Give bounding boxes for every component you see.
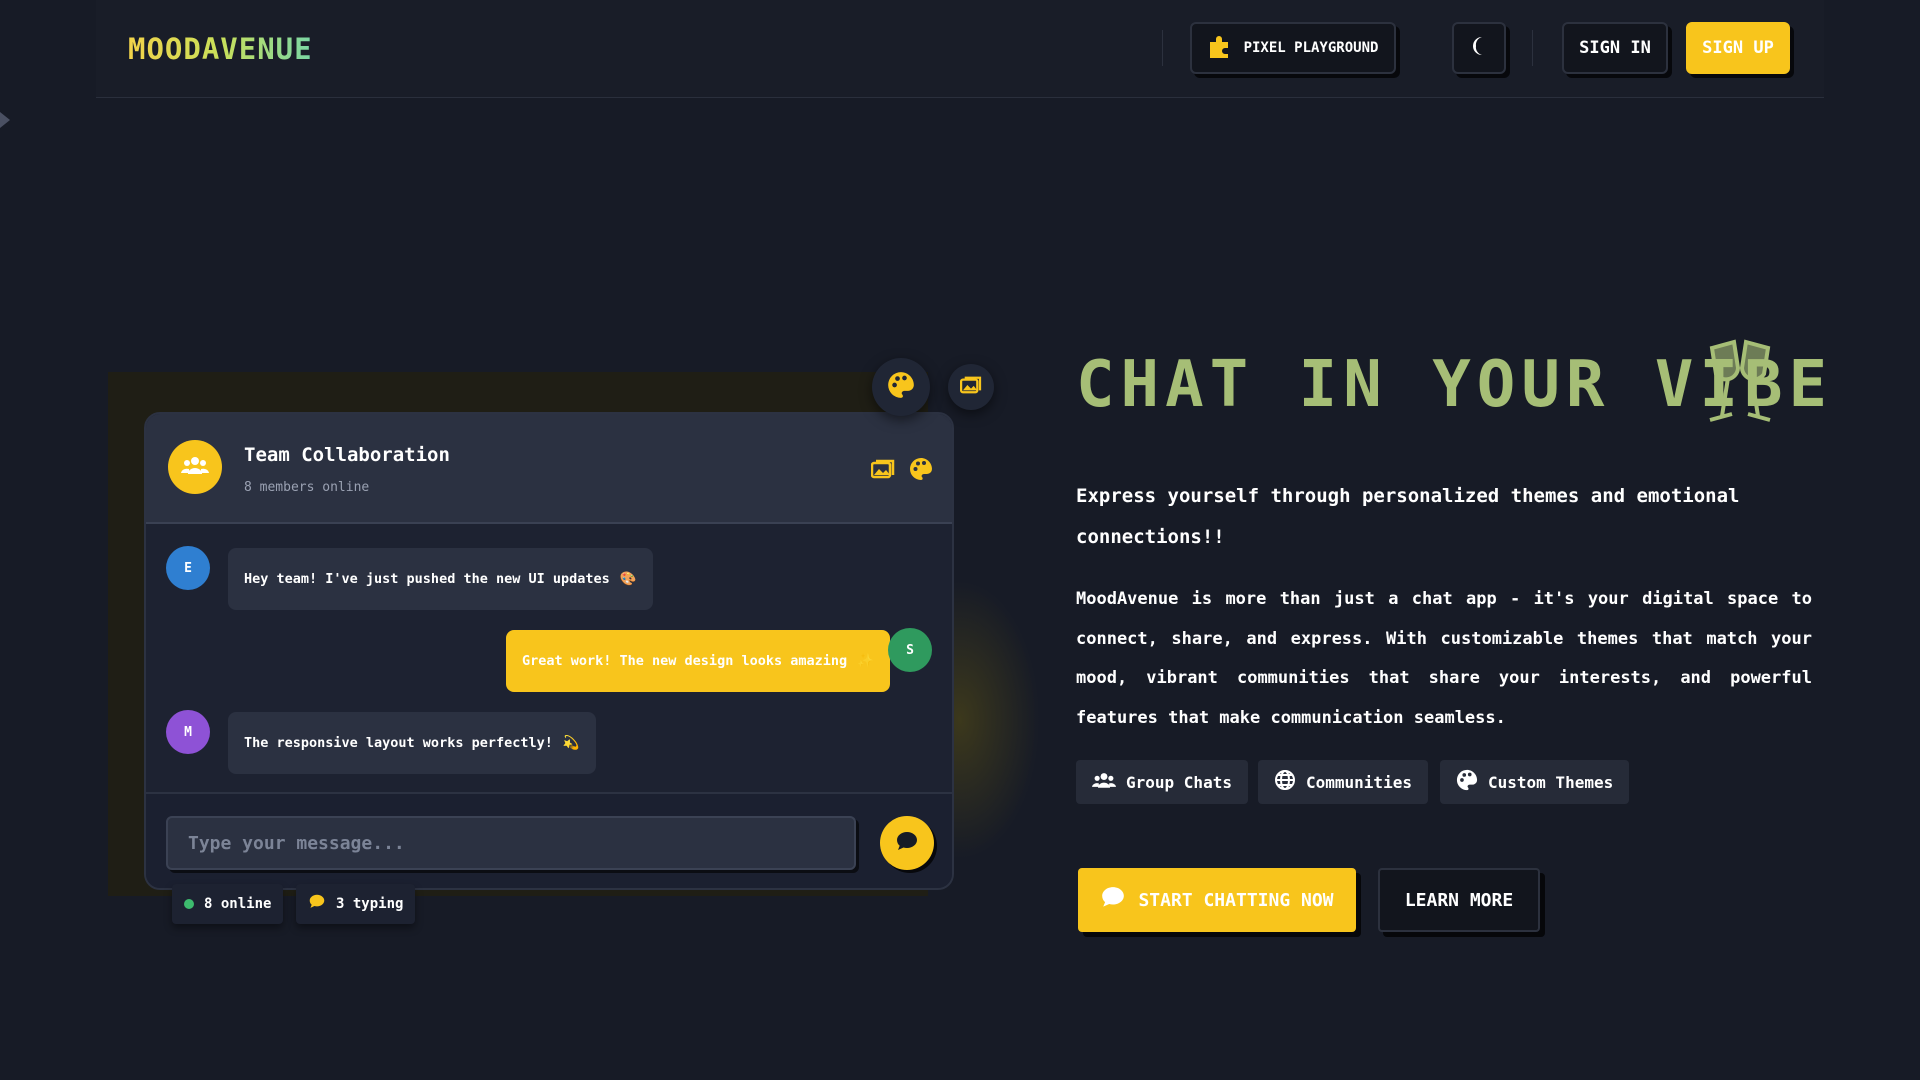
typing-status-pill: 3 typing bbox=[296, 884, 416, 924]
message-avatar: S bbox=[888, 628, 932, 672]
pixel-playground-button[interactable]: PIXEL PLAYGROUND bbox=[1190, 22, 1396, 74]
group-avatar bbox=[168, 440, 222, 494]
message-avatar: M bbox=[166, 710, 210, 754]
online-count: 8 online bbox=[204, 896, 272, 912]
message-bubble: The responsive layout works perfectly! 💫 bbox=[228, 712, 596, 774]
feature-label: Custom Themes bbox=[1488, 772, 1614, 792]
users-icon bbox=[181, 455, 209, 479]
image-gallery-button[interactable] bbox=[948, 364, 994, 410]
message-input[interactable] bbox=[166, 816, 856, 870]
message-text: Great work! The new design looks amazing bbox=[522, 653, 848, 669]
image-icon bbox=[959, 376, 982, 398]
champagne-glasses-icon bbox=[1698, 336, 1782, 430]
chat-header: Team Collaboration 8 members online bbox=[146, 414, 952, 524]
top-navbar: MOODAVENUE PIXEL PLAYGROUND SIGN IN SIGN… bbox=[96, 0, 1824, 98]
chat-bubble-icon bbox=[308, 894, 326, 914]
hero-description: MoodAvenue is more than just a chat app … bbox=[1076, 589, 1812, 728]
chat-preview-window: Team Collaboration 8 members online E He… bbox=[144, 412, 954, 890]
moon-icon bbox=[1468, 35, 1490, 61]
sign-up-button[interactable]: SIGN UP bbox=[1686, 22, 1790, 74]
logo[interactable]: MOODAVENUE bbox=[128, 32, 313, 66]
palette-icon bbox=[887, 371, 915, 403]
online-dot bbox=[184, 899, 194, 909]
chat-bubble-icon bbox=[1100, 886, 1126, 915]
feature-custom-themes[interactable]: Custom Themes bbox=[1440, 760, 1630, 804]
typing-count: 3 typing bbox=[336, 896, 404, 912]
message-bubble-outgoing: Great work! The new design looks amazing… bbox=[506, 630, 890, 692]
divider bbox=[1162, 30, 1163, 66]
group-name: Team Collaboration bbox=[244, 444, 450, 466]
message-composer bbox=[146, 792, 952, 888]
theme-palette-button[interactable] bbox=[872, 358, 930, 416]
hero-lead: Express yourself through personalized th… bbox=[1076, 485, 1740, 548]
palette-icon bbox=[1456, 769, 1478, 795]
message-avatar: E bbox=[166, 546, 210, 590]
pixel-playground-label: PIXEL PLAYGROUND bbox=[1243, 40, 1379, 56]
divider bbox=[1532, 30, 1533, 66]
feature-label: Group Chats bbox=[1126, 772, 1232, 792]
start-chatting-button[interactable]: START CHATTING NOW bbox=[1078, 868, 1356, 932]
puzzle-icon bbox=[1208, 34, 1234, 62]
send-button[interactable] bbox=[880, 816, 934, 870]
message-emoji: 💫 bbox=[562, 735, 580, 751]
send-icon bbox=[895, 829, 919, 857]
sidebar-toggle-arrow[interactable] bbox=[0, 112, 10, 128]
theme-toggle-button[interactable] bbox=[1452, 22, 1506, 74]
members-online-count: 8 members online bbox=[244, 480, 370, 495]
start-chatting-label: START CHATTING NOW bbox=[1138, 889, 1334, 911]
sign-in-button[interactable]: SIGN IN bbox=[1562, 22, 1668, 74]
feature-group-chats[interactable]: Group Chats bbox=[1076, 760, 1248, 804]
feature-communities[interactable]: Communities bbox=[1258, 760, 1428, 804]
learn-more-button[interactable]: LEARN MORE bbox=[1378, 868, 1540, 932]
message-emoji: ✨ bbox=[857, 653, 874, 669]
globe-icon bbox=[1274, 769, 1296, 795]
message-emoji: 🎨 bbox=[619, 571, 637, 587]
message-text: The responsive layout works perfectly! bbox=[244, 735, 553, 751]
online-status-pill: 8 online bbox=[172, 884, 284, 924]
users-icon bbox=[1092, 771, 1116, 793]
palette-icon[interactable] bbox=[908, 456, 934, 482]
feature-label: Communities bbox=[1306, 772, 1412, 792]
message-text: Hey team! I've just pushed the new UI up… bbox=[244, 571, 610, 587]
message-bubble: Hey team! I've just pushed the new UI up… bbox=[228, 548, 653, 610]
image-icon[interactable] bbox=[870, 456, 896, 482]
